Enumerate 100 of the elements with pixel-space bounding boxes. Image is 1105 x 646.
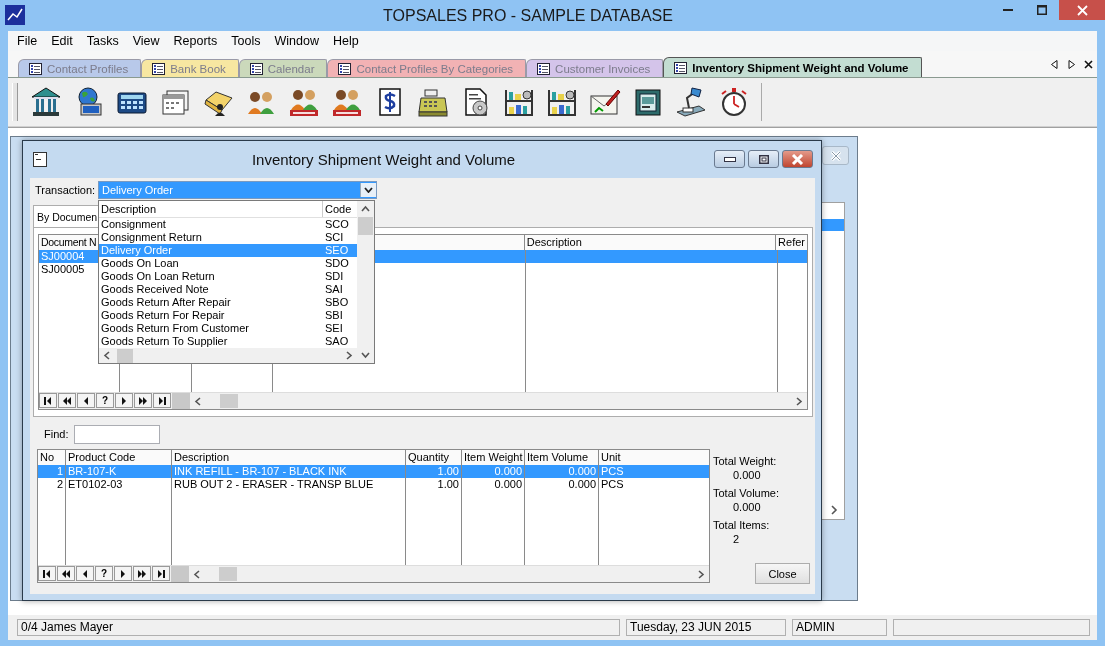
total-value: 0.000 <box>732 501 762 513</box>
navigator-button[interactable]: ? <box>96 393 114 408</box>
close-icon[interactable] <box>1084 59 1093 69</box>
scrollbar[interactable] <box>99 348 357 363</box>
table-cell: 0.000 <box>462 478 525 491</box>
navigator-button[interactable] <box>153 393 171 408</box>
navigator-button[interactable] <box>77 393 95 408</box>
dropdown-option[interactable]: Consignment Return SCI <box>99 231 357 244</box>
menu-item[interactable]: File <box>10 34 45 48</box>
column-header[interactable]: No <box>40 451 55 463</box>
close-button[interactable] <box>782 150 813 168</box>
close-button[interactable] <box>1059 0 1105 20</box>
navigator-button[interactable] <box>38 566 56 581</box>
navigator-button[interactable]: ? <box>95 566 113 581</box>
dropdown-option[interactable]: Goods Return After Repair SBO <box>99 296 357 309</box>
find-field[interactable] <box>74 424 161 444</box>
total-value: 0.000 <box>732 469 762 481</box>
dropdown-option[interactable]: Goods Return For Repair SBI <box>99 309 357 322</box>
navigator-button[interactable] <box>134 393 152 408</box>
column-header[interactable]: Item Weight <box>464 451 523 463</box>
toolbar-grip[interactable] <box>12 83 18 121</box>
safe-icon <box>632 86 664 118</box>
first-record-icon <box>42 569 52 578</box>
table-cell: 1.00 <box>406 478 462 491</box>
minimize-icon <box>723 156 736 162</box>
table-cell: 1 <box>38 465 66 478</box>
scrollbar[interactable] <box>357 201 374 363</box>
navigator-button[interactable] <box>57 566 75 581</box>
next-icon <box>119 396 129 405</box>
dropdown-option[interactable]: Goods Received Note SAI <box>99 283 357 296</box>
status-text: ADMIN <box>792 619 887 636</box>
scrollbar-thumb[interactable] <box>117 348 133 363</box>
total-value: 2 <box>732 533 741 545</box>
navigator-button[interactable] <box>152 566 170 581</box>
total-label: Total Weight: <box>713 455 778 467</box>
left-arrow-icon[interactable] <box>1050 59 1059 69</box>
column-header[interactable]: Refer <box>778 236 805 248</box>
scrollbar-thumb[interactable] <box>219 567 237 581</box>
tab[interactable]: Inventory Shipment Weight and Volume <box>663 57 922 77</box>
fast-forward-icon <box>138 396 148 405</box>
minimize-button[interactable] <box>714 150 745 168</box>
scrollbar-thumb[interactable] <box>220 394 238 408</box>
table-cell: 2 <box>38 478 66 491</box>
menu-item[interactable]: Tasks <box>79 34 126 48</box>
column-header[interactable]: Quantity <box>408 451 449 463</box>
total-label: Total Items: <box>713 519 771 531</box>
table-cell-text: PCS <box>600 478 625 491</box>
fast-forward-icon <box>137 569 147 578</box>
maximize-icon <box>758 154 769 164</box>
column-header[interactable]: Item Volume <box>527 451 589 463</box>
last-record-icon <box>156 569 166 578</box>
table-cell: 1.00 <box>406 465 462 478</box>
desk-lamp-icon <box>675 86 707 118</box>
form-icon <box>249 62 263 75</box>
column-header[interactable]: Code <box>323 201 357 217</box>
table-cell: 0.000 <box>525 478 599 491</box>
menu-item[interactable]: Window <box>267 34 326 48</box>
menu-item[interactable]: Help <box>325 34 366 48</box>
form-icon <box>338 62 352 75</box>
navigator-button[interactable] <box>133 566 151 581</box>
table-cell: ET0102-03 <box>66 478 172 491</box>
form-icon <box>674 61 688 74</box>
form-icon <box>537 62 551 75</box>
menu-item[interactable]: Edit <box>44 34 80 48</box>
window-title: Inventory Shipment Weight and Volume <box>250 151 517 168</box>
bank-icon <box>30 86 62 118</box>
navigator-button[interactable] <box>114 566 132 581</box>
column-header[interactable]: Description <box>526 236 582 248</box>
close-button[interactable]: Close <box>755 563 810 584</box>
dropdown-option[interactable]: Goods Return To Supplier SAO <box>99 335 357 348</box>
close-icon <box>791 153 804 165</box>
last-record-icon <box>157 396 167 405</box>
form-icon <box>29 62 42 75</box>
menu-item[interactable]: Reports <box>166 34 225 48</box>
column-header[interactable]: Description <box>174 451 230 463</box>
navigator-button[interactable] <box>58 393 76 408</box>
table-row[interactable]: 2 ET0102-03 RUB OUT 2 - ERASER - TRANSP BLUE 1.00 0.000 0.000 PCS <box>38 478 709 491</box>
maximize-button[interactable] <box>748 150 779 168</box>
table-cell: RUB OUT 2 - ERASER - TRANSP BLUE <box>172 478 406 491</box>
navigator-button[interactable] <box>115 393 133 408</box>
close-button[interactable] <box>822 146 849 165</box>
table-cell: 0.000 <box>525 465 599 478</box>
navigator-button[interactable] <box>76 566 94 581</box>
menu-item[interactable]: Tools <box>224 34 268 48</box>
cash-register-icon <box>417 86 449 118</box>
right-arrow-icon[interactable] <box>1067 59 1076 69</box>
column-header[interactable]: Description <box>99 201 323 217</box>
next-icon <box>118 569 128 578</box>
column-header[interactable]: Unit <box>601 451 621 463</box>
navigator-button[interactable] <box>39 393 57 408</box>
window-title: TOPSALES PRO - SAMPLE DATABASE <box>382 6 674 26</box>
column-header[interactable]: Document N <box>41 236 97 248</box>
menu-item[interactable]: View <box>125 34 167 48</box>
scrollbar-thumb[interactable] <box>358 217 373 235</box>
dropdown-option[interactable]: Goods Return From Customer SEI <box>99 322 357 335</box>
dropdown-option[interactable]: Consignment SCO <box>99 218 357 231</box>
column-header[interactable]: Product Code <box>68 451 136 463</box>
status-text: 0/4 James Mayer <box>17 619 620 636</box>
rewind-icon <box>62 396 72 405</box>
table-cell: INK REFILL - BR-107 - BLACK INK <box>172 465 406 478</box>
